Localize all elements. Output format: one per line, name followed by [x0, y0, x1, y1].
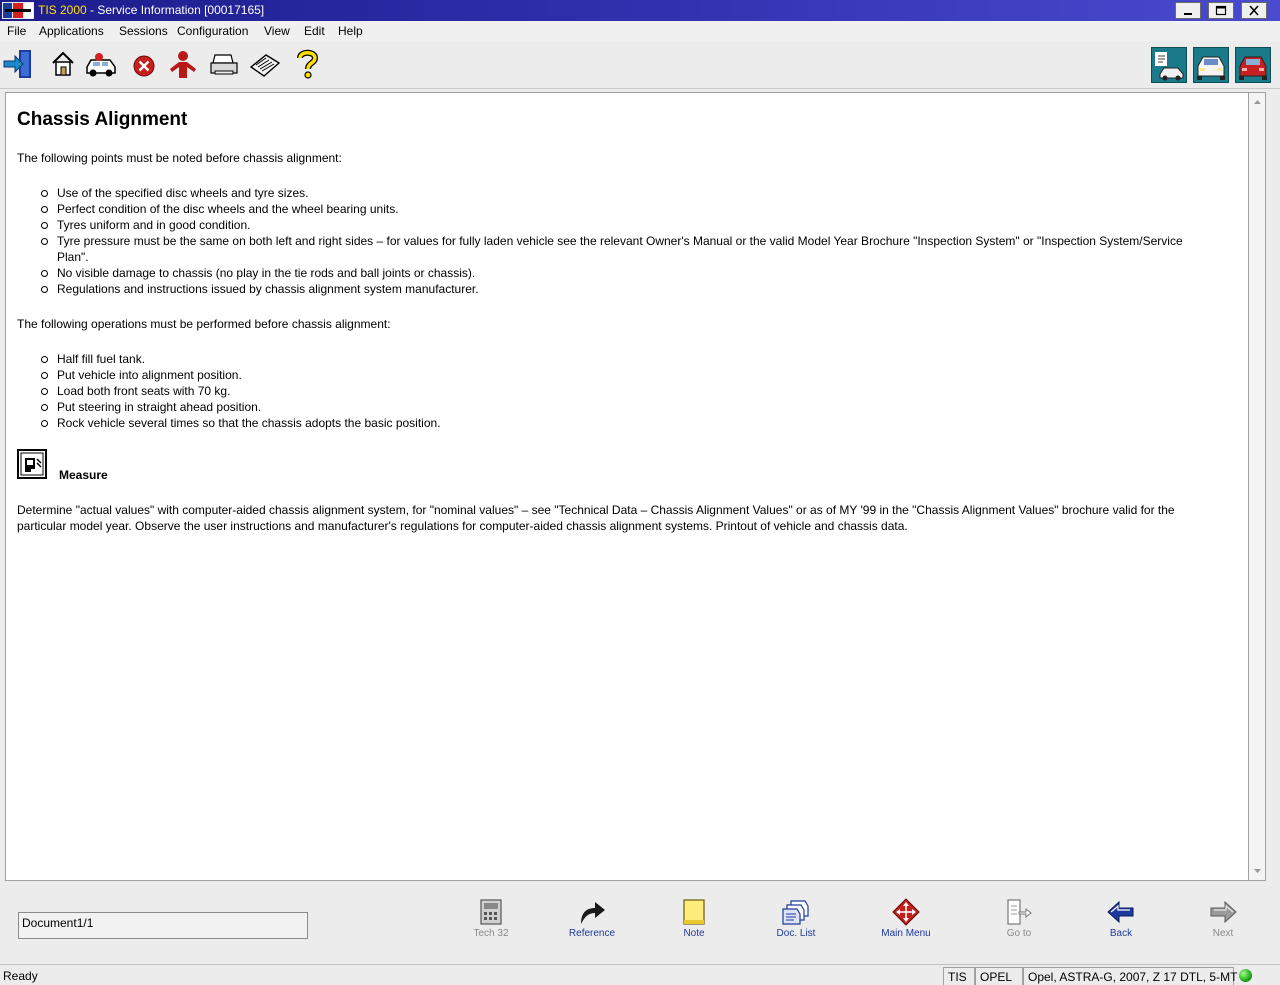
menu-applications[interactable]: Applications — [39, 24, 104, 38]
status-vehicle: Opel, ASTRA-G, 2007, Z 17 DTL, 5-MT — [1023, 967, 1237, 985]
status-system: TIS — [943, 967, 975, 985]
minimize-button[interactable] — [1175, 2, 1201, 19]
goto-icon — [1007, 899, 1032, 925]
exit-icon[interactable] — [2, 47, 36, 81]
list-item: Load both front seats with 70 kg. — [38, 383, 1188, 399]
note-label: Note — [683, 928, 705, 939]
main-menu-button[interactable]: Main Menu — [866, 898, 946, 939]
scroll-up-icon[interactable] — [1250, 95, 1265, 109]
menu-file[interactable]: File — [7, 24, 26, 38]
status-bar: Ready TIS OPEL Opel, ASTRA-G, 2007, Z 17… — [0, 964, 1280, 985]
list-item: Put vehicle into alignment position. — [38, 367, 1188, 383]
list-item: No visible damage to chassis (no play in… — [38, 265, 1188, 281]
operations-list: Half fill fuel tank. Put vehicle into al… — [38, 351, 1188, 431]
back-arrow-icon — [1107, 900, 1134, 924]
back-label: Back — [1109, 928, 1133, 939]
home-icon[interactable] — [46, 47, 80, 81]
vehicle-rear-icon — [1239, 56, 1267, 80]
list-item: Perfect condition of the disc wheels and… — [38, 201, 1188, 217]
vehicle-rear-button[interactable] — [1235, 47, 1271, 83]
vehicle-front-icon — [1197, 56, 1225, 80]
close-button[interactable] — [1241, 2, 1267, 19]
next-button[interactable]: Next — [1183, 898, 1263, 939]
notebook-icon[interactable] — [248, 47, 282, 81]
next-arrow-icon — [1210, 900, 1237, 924]
reference-button[interactable]: Reference — [552, 898, 632, 939]
list-item: Put steering in straight ahead position. — [38, 399, 1188, 415]
list-item: Use of the specified disc wheels and tyr… — [38, 185, 1188, 201]
next-label: Next — [1212, 928, 1234, 939]
list-item: Tyres uniform and in good condition. — [38, 217, 1188, 233]
vehicle-info-button[interactable] — [1151, 47, 1187, 83]
intro-points-text: The following points must be noted befor… — [17, 151, 342, 165]
window-title-detail: - Service Information [00017165] — [86, 3, 265, 17]
app-logo-icon — [2, 2, 34, 19]
status-text: Ready — [3, 969, 38, 983]
maximize-icon — [1215, 5, 1227, 16]
doc-list-icon — [782, 900, 809, 925]
print-icon[interactable] — [207, 47, 241, 81]
tech32-label: Tech 32 — [473, 928, 509, 939]
doc-list-label: Doc. List — [776, 928, 816, 939]
menu-bar: File Applications Sessions Configuration… — [0, 21, 1280, 41]
stop-icon[interactable] — [127, 47, 161, 81]
reference-arrow-icon — [581, 902, 605, 924]
list-item: Half fill fuel tank. — [38, 351, 1188, 367]
points-list: Use of the specified disc wheels and tyr… — [38, 185, 1188, 297]
vehicle-front-button[interactable] — [1193, 47, 1229, 83]
menu-sessions[interactable]: Sessions — [119, 24, 168, 38]
reference-label: Reference — [568, 928, 616, 939]
menu-help[interactable]: Help — [338, 24, 363, 38]
intro-operations-text: The following operations must be perform… — [17, 317, 391, 331]
toolbar — [0, 41, 1280, 89]
status-brand: OPEL — [975, 967, 1023, 985]
document-title: Chassis Alignment — [17, 109, 188, 130]
note-icon — [683, 899, 705, 925]
connection-status-icon — [1239, 969, 1252, 982]
tech32-icon — [480, 899, 502, 925]
minimize-icon — [1184, 13, 1192, 15]
user-icon[interactable] — [166, 47, 200, 81]
tech32-button[interactable]: Tech 32 — [451, 898, 531, 939]
list-item: Tyre pressure must be the same on both l… — [38, 233, 1188, 265]
scroll-down-icon[interactable] — [1250, 864, 1265, 878]
window-title: TIS 2000 - Service Information [00017165… — [38, 3, 264, 17]
maximize-button[interactable] — [1208, 2, 1234, 19]
goto-label: Go to — [1006, 928, 1032, 939]
document-viewer[interactable]: Chassis Alignment The following points m… — [5, 92, 1249, 881]
measure-heading: Measure — [59, 468, 108, 482]
navigation-bar: Document1/1 Tech 32 Reference Note Doc. … — [0, 884, 1280, 962]
vertical-scrollbar[interactable] — [1249, 92, 1266, 881]
measure-icon — [17, 449, 47, 479]
close-icon — [1249, 5, 1259, 16]
document-counter: Document1/1 — [18, 912, 308, 939]
measure-text: Determine "actual values" with computer-… — [17, 503, 1175, 533]
list-item: Regulations and instructions issued by c… — [38, 281, 1188, 297]
menu-configuration[interactable]: Configuration — [177, 24, 248, 38]
back-button[interactable]: Back — [1081, 898, 1161, 939]
menu-edit[interactable]: Edit — [304, 24, 325, 38]
main-menu-label: Main Menu — [881, 928, 931, 939]
goto-button[interactable]: Go to — [979, 898, 1059, 939]
doc-list-button[interactable]: Doc. List — [756, 898, 836, 939]
vehicle-info-icon — [1155, 52, 1184, 81]
menu-view[interactable]: View — [264, 24, 290, 38]
app-name: TIS 2000 — [38, 3, 87, 17]
title-bar: TIS 2000 - Service Information [00017165… — [0, 0, 1280, 21]
list-item: Rock vehicle several times so that the c… — [38, 415, 1188, 431]
note-button[interactable]: Note — [654, 898, 734, 939]
vehicle-select-icon[interactable] — [84, 47, 118, 81]
help-icon[interactable] — [290, 47, 324, 81]
main-menu-icon — [892, 898, 920, 926]
